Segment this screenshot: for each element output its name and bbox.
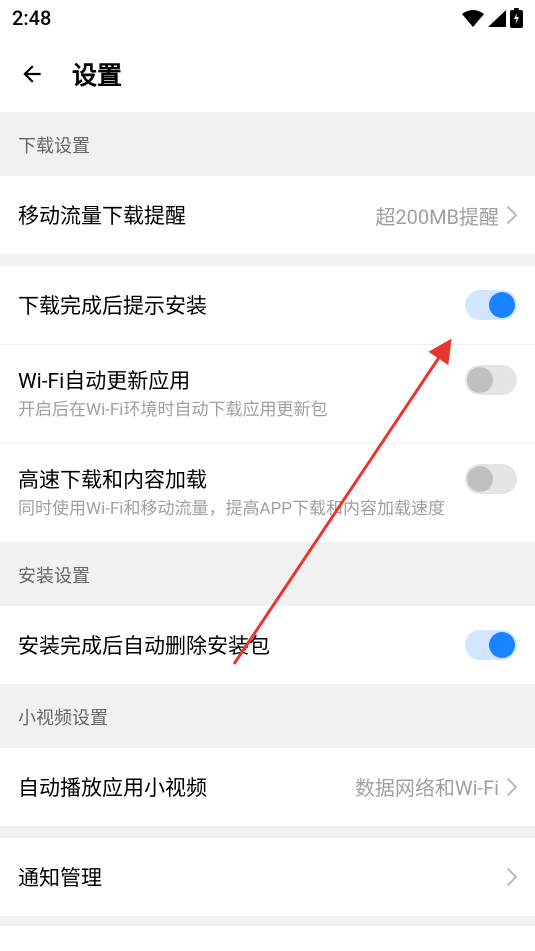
back-button[interactable] [18,60,46,88]
setting-title: Wi-Fi自动更新应用 [18,365,453,395]
section-header-short-video: 小视频设置 [0,684,535,748]
signal-icon [488,10,506,27]
setting-auto-play-video[interactable]: 自动播放应用小视频 数据网络和Wi-Fi [0,748,535,826]
page-title: 设置 [72,56,122,92]
toggle-auto-delete-package[interactable] [465,630,517,660]
setting-title: 下载完成后提示安装 [18,290,453,320]
setting-high-speed-download[interactable]: 高速下载和内容加载 同时使用Wi-Fi和移动流量，提高APP下载和内容加载速度 [0,444,535,542]
chevron-right-icon [507,206,517,224]
chevron-right-icon [507,868,517,886]
setting-value: 超200MB提醒 [375,201,499,230]
setting-title: 移动流量下载提醒 [18,200,363,230]
setting-auto-delete-package[interactable]: 安装完成后自动删除安装包 [0,606,535,684]
status-bar: 2:48 [0,0,535,36]
wifi-icon [462,10,484,27]
toggle-high-speed-download[interactable] [465,464,517,494]
status-time: 2:48 [12,6,51,30]
setting-title: 高速下载和内容加载 [18,464,453,494]
setting-prompt-install[interactable]: 下载完成后提示安装 [0,266,535,344]
setting-subtitle: 同时使用Wi-Fi和移动流量，提高APP下载和内容加载速度 [18,498,453,522]
setting-title: 安装完成后自动删除安装包 [18,630,453,660]
toggle-prompt-install[interactable] [465,290,517,320]
chevron-right-icon [507,778,517,796]
app-header: 设置 [0,36,535,112]
back-arrow-icon [19,61,45,87]
setting-subtitle: 开启后在Wi-Fi环境时自动下载应用更新包 [18,399,453,423]
setting-value: 数据网络和Wi-Fi [355,772,499,801]
setting-title: 自动播放应用小视频 [18,772,343,802]
section-header-download: 下载设置 [0,112,535,176]
setting-wifi-auto-update[interactable]: Wi-Fi自动更新应用 开启后在Wi-Fi环境时自动下载应用更新包 [0,345,535,443]
setting-notification-management[interactable]: 通知管理 [0,838,535,916]
toggle-wifi-auto-update[interactable] [465,365,517,395]
section-header-install: 安装设置 [0,542,535,606]
setting-mobile-data-reminder[interactable]: 移动流量下载提醒 超200MB提醒 [0,176,535,254]
setting-title: 通知管理 [18,862,495,892]
status-indicators [462,8,523,28]
battery-icon [510,8,523,28]
